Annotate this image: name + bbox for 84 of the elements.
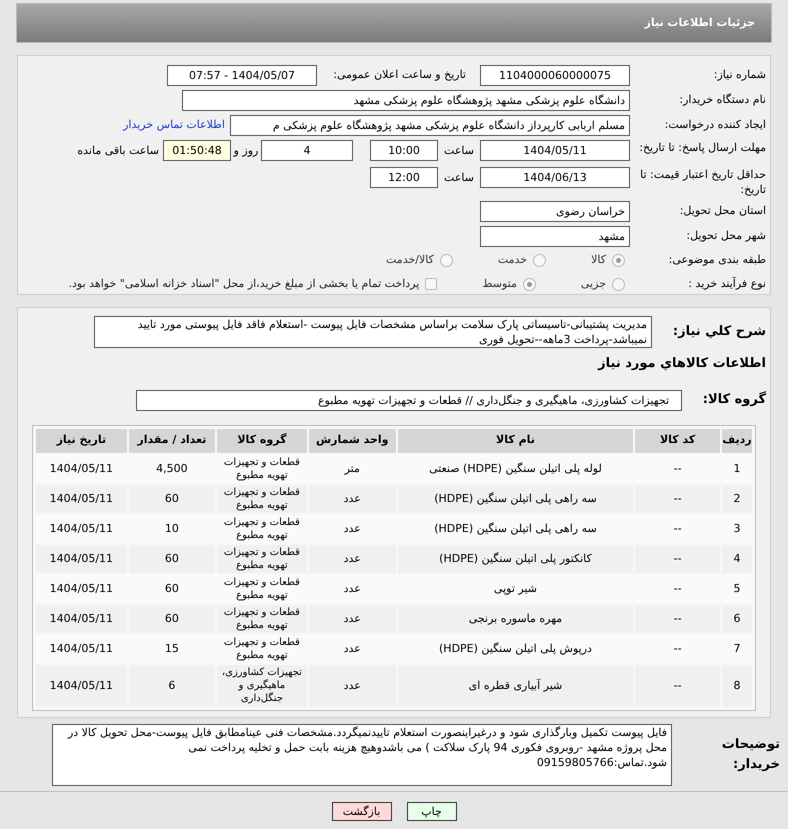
field-label: طبقه بندی موضوعی: (668, 252, 767, 268)
field-label: حداقل تاریخ اعتبار قیمت: تا تاریخ: (639, 166, 767, 197)
section-heading: اطلاعات کالاهاي مورد نياز (596, 355, 767, 373)
table-cell: قطعات و تجهیزات تهویه مطبوع (217, 544, 307, 572)
radio-label: جزیی (580, 276, 606, 292)
table-cell: 60 (128, 544, 216, 572)
field-label: مهلت ارسال پاسخ: تا تاریخ: (638, 140, 767, 155)
table-cell: 1404/05/11 (36, 604, 127, 632)
radio-label: کالا (591, 252, 606, 268)
table-cell: قطعات و تجهیزات تهویه مطبوع (217, 484, 307, 512)
table-cell: شیر آبیاری قطره ای (398, 664, 634, 706)
checkbox[interactable] (425, 278, 438, 290)
table-cell: 6 (722, 604, 752, 632)
text-field[interactable]: 01:50:48 (163, 140, 231, 161)
column-header: واحد شمارش (308, 428, 396, 452)
text-field[interactable]: مشهد (480, 226, 630, 247)
text-area[interactable]: فایل پیوست تکمیل وبارگذاری شود و درغیراینصورت استعلام تاییدنمیگردد.مشخصات فنی عینامطابق فایل پیوست-محل تحویل کالا در محل پروژه مشهد -روبروی فکوری 94 پارک سلاکت ) می باشدوهیچ هزینه بابت حمل و تخلیه پرداخت نمی شود.تماس:09159805766 (52, 724, 672, 786)
radio-button[interactable] (612, 278, 625, 291)
text-field[interactable]: خراسان رضوی (480, 200, 630, 222)
table-cell: 60 (128, 604, 216, 632)
table-cell: کانکتور پلی اتیلن سنگین (HDPE) (398, 544, 634, 572)
table-cell: سه راهی پلی اتیلن سنگین (HDPE) (398, 484, 634, 512)
table-cell: 4 (722, 544, 752, 572)
radio-button[interactable] (612, 254, 625, 268)
field-label: نوع فرآیند خرید : (687, 276, 767, 292)
table-cell: قطعات و تجهیزات تهویه مطبوع (217, 604, 307, 632)
column-header: کد کالا (635, 428, 720, 452)
table-cell: مهره ماسوره برنجی (398, 604, 634, 632)
field-label: ساعت (443, 170, 475, 186)
text-area[interactable]: مدیریت پشتیبانی-تاسیساتی پارک سلامت براساس مشخصات فایل پیوست -استعلام فاقد فایل پیوستی مورد تایید نمیباشد-پرداخت 3ماهه--تحویل فوری (94, 316, 652, 348)
contact-link[interactable]: اطلاعات تماس خریدار (123, 117, 225, 134)
back-button[interactable]: بازگشت (332, 802, 392, 820)
table-cell: 1404/05/11 (36, 544, 127, 572)
table-cell: 1404/05/11 (36, 484, 127, 512)
text-field[interactable]: 1404/06/13 (480, 166, 630, 188)
table-cell: 2 (722, 484, 752, 512)
table-cell: -- (635, 664, 720, 706)
radio-label: خدمت (498, 252, 528, 268)
text-field[interactable]: 1404/05/07 - 07:57 (167, 65, 317, 86)
radio-button[interactable] (522, 278, 536, 291)
table-cell: عدد (308, 544, 396, 572)
table-cell: -- (635, 544, 720, 572)
field-label: ساعت باقی مانده (77, 143, 160, 159)
table-cell: عدد (308, 664, 396, 706)
table-cell: 6 (128, 664, 216, 706)
column-header: تعداد / مقدار (128, 428, 216, 452)
field-label: شماره نیاز: (712, 67, 767, 84)
table-cell: -- (635, 604, 720, 632)
column-header: ردیف (722, 428, 752, 452)
field-label: نام دستگاه خریدار: (678, 92, 767, 108)
page-title: جزئیات اطلاعات نیاز (644, 14, 755, 31)
table-cell: -- (635, 484, 720, 512)
text-field[interactable]: تجهیزات کشاورزی، ماهیگیری و جنگل‌داری // قطعات و تجهیزات تهویه مطبوع (136, 390, 682, 410)
radio-label: کالا/خدمت (386, 252, 434, 268)
field-label: ایجاد کننده درخواست: (664, 117, 767, 134)
table-cell: 1404/05/11 (36, 664, 127, 706)
table-cell: تجهیزات کشاورزی، ماهیگیری و جنگل‌داری (217, 664, 307, 706)
table-cell: عدد (308, 604, 396, 632)
field-label: توضیحات خریدار: (720, 736, 781, 774)
column-header: گروه کالا (217, 428, 307, 452)
text-field[interactable]: مسلم اربابی کارپرداز دانشگاه علوم پزشکی مشهد پژوهشگاه علوم پزشکی م (230, 115, 630, 136)
field-label: روز و (232, 143, 260, 159)
text-field[interactable]: 1104000060000075 (480, 65, 630, 86)
field-label: استان محل تحویل: (678, 202, 767, 219)
print-button[interactable]: چاپ (406, 802, 456, 820)
table-cell: عدد (308, 484, 396, 512)
table-cell: 8 (722, 664, 752, 706)
text-field[interactable]: 12:00 (370, 166, 438, 188)
radio-label: متوسط (482, 276, 517, 292)
field-label: تاریخ و ساعت اعلان عمومی: (332, 67, 467, 84)
text-field[interactable]: دانشگاه علوم پزشکی مشهد پژوهشگاه علوم پزشکی مشهد (182, 90, 630, 111)
text-field[interactable]: 10:00 (370, 140, 438, 161)
text-field[interactable]: 4 (261, 140, 353, 161)
field-label: شهر محل تحویل: (685, 228, 767, 244)
column-header: نام کالا (398, 428, 634, 452)
field-label: ساعت (443, 143, 475, 159)
field-label: شرح کلي نياز: (672, 323, 767, 342)
column-header: تاریخ نیاز (36, 428, 127, 452)
field-label: گروه کالا: (702, 390, 767, 410)
text-field[interactable]: 1404/05/11 (480, 140, 630, 161)
table-cell: 60 (128, 484, 216, 512)
radio-button[interactable] (440, 254, 453, 268)
radio-button[interactable] (533, 254, 546, 268)
payment-note: پرداخت تمام یا بخشی از مبلغ خرید،از محل "اسناد خزانه اسلامی" خواهد بود. (68, 276, 420, 292)
